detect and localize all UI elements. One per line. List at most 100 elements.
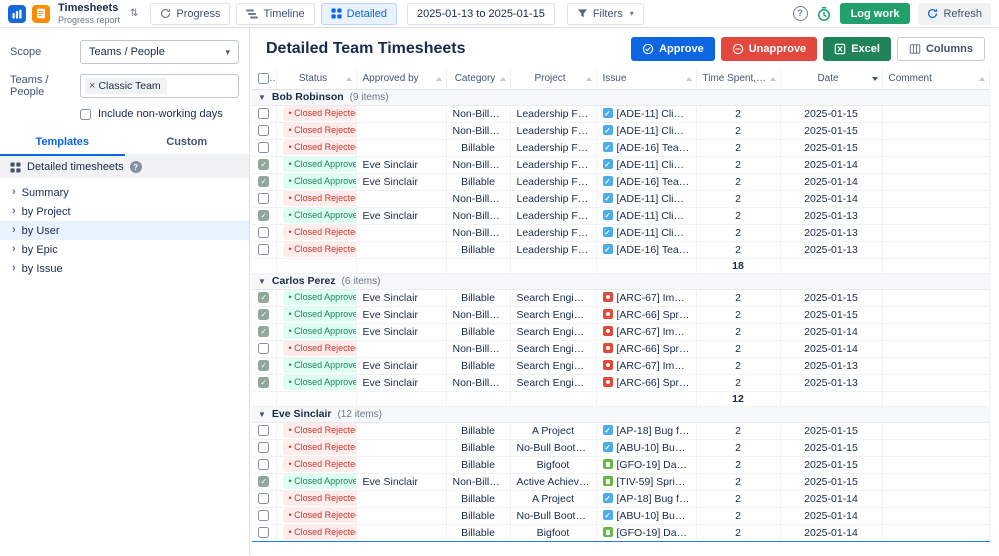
timesheet-row[interactable]: Closed RejectedBillableNo-Bull Bootcamp[… [252, 507, 990, 524]
row-checkbox[interactable] [258, 527, 269, 538]
issue-link[interactable]: [ARC-66] Sprint revi... [617, 309, 697, 321]
column-header-approved-by[interactable]: Approved by [356, 69, 446, 89]
timesheet-row[interactable]: Closed RejectedBillableBigfoot[GFO-19] D… [252, 524, 990, 541]
columns-button[interactable]: Columns [897, 37, 985, 61]
timesheet-row[interactable]: Closed RejectedNon-BillableLeadership Fr… [252, 190, 990, 207]
template-detailed-timesheets[interactable]: Detailed timesheets ? [0, 156, 249, 178]
row-checkbox[interactable] [258, 210, 269, 221]
row-checkbox[interactable] [258, 326, 269, 337]
issue-link[interactable]: [ADE-11] Client feed... [617, 108, 697, 120]
row-checkbox[interactable] [258, 309, 269, 320]
row-checkbox[interactable] [258, 292, 269, 303]
row-checkbox[interactable] [258, 377, 269, 388]
tree-item-by-issue[interactable]: › by Issue [0, 259, 249, 278]
group-header-row[interactable]: ▼Eve Sinclair(12 items) [252, 406, 990, 422]
column-header-comment[interactable]: Comment [882, 69, 990, 89]
sort-icon[interactable] [770, 77, 776, 81]
timesheet-row[interactable]: Closed RejectedNon-BillableLeadership Fr… [252, 105, 990, 122]
sort-icon[interactable] [586, 77, 592, 81]
date-range-input[interactable]: 2025-01-13 to 2025-01-15 [407, 3, 555, 25]
scope-select[interactable]: Teams / People ▾ [80, 40, 239, 64]
row-checkbox[interactable] [258, 108, 269, 119]
timesheet-row[interactable]: Closed ApprovedEve SinclairNon-BillableS… [252, 374, 990, 391]
timesheet-row[interactable]: Closed ApprovedEve SinclairBillableSearc… [252, 357, 990, 374]
issue-link[interactable]: [ABU-10] Bug with in... [617, 442, 697, 454]
row-checkbox[interactable] [258, 360, 269, 371]
row-checkbox[interactable] [258, 343, 269, 354]
issue-link[interactable]: [ARC-66] Sprint revi... [617, 377, 697, 389]
row-checkbox[interactable] [258, 476, 269, 487]
timesheet-row[interactable]: Closed ApprovedEve SinclairNon-BillableS… [252, 306, 990, 323]
column-header-category[interactable]: Category [446, 69, 510, 89]
issue-link[interactable]: [ARC-66] Sprint revi... [617, 343, 697, 355]
timesheet-row[interactable]: Closed RejectedNon-BillableLeadership Fr… [252, 122, 990, 139]
issue-link[interactable]: [ADE-11] Client feed... [617, 159, 697, 171]
timesheet-row[interactable]: Closed RejectedBillableLeadership Freak[… [252, 139, 990, 156]
app-logo-icon[interactable] [8, 5, 26, 23]
timesheet-row[interactable]: Closed ApprovedEve SinclairBillableSearc… [252, 289, 990, 306]
issue-link[interactable]: [TIV-59] Sprint plann... [617, 476, 697, 488]
row-checkbox[interactable] [258, 176, 269, 187]
timesheet-row[interactable]: Closed RejectedBillableA Project[AP-18] … [252, 422, 990, 439]
issue-link[interactable]: [ADE-16] Team sync [617, 176, 697, 188]
issue-link[interactable]: [ADE-11] Client feed... [617, 193, 697, 205]
sort-icon[interactable] [500, 77, 506, 81]
tab-timeline[interactable]: Timeline [236, 3, 314, 25]
timesheet-row[interactable]: Closed RejectedNon-BillableSearch Engine… [252, 340, 990, 357]
issue-link[interactable]: [ARC-67] Improve d... [617, 292, 697, 304]
tree-item-by-epic[interactable]: › by Epic [0, 240, 249, 259]
row-checkbox[interactable] [258, 193, 269, 204]
row-checkbox[interactable] [258, 459, 269, 470]
timesheet-row[interactable]: Closed ApprovedEve SinclairBillableLeade… [252, 173, 990, 190]
issue-link[interactable]: [ADE-11] Client feed... [617, 125, 697, 137]
row-checkbox[interactable] [258, 244, 269, 255]
issue-link[interactable]: [ABU-10] Bug with in... [617, 510, 697, 522]
group-header-row[interactable]: ▼Bob Robinson(9 items) [252, 89, 990, 105]
issue-link[interactable]: [ADE-16] Team sync [617, 244, 697, 256]
sort-icon[interactable] [979, 77, 985, 81]
timesheet-row[interactable]: Closed ApprovedEve SinclairNon-BillableL… [252, 207, 990, 224]
approve-button[interactable]: Approve [631, 37, 715, 61]
sort-icon[interactable] [686, 77, 692, 81]
row-checkbox[interactable] [258, 493, 269, 504]
timesheet-row[interactable]: Closed RejectedBillableLeadership Freak[… [252, 241, 990, 258]
issue-link[interactable]: [ADE-11] Client feed... [617, 227, 697, 239]
issue-link[interactable]: [AP-18] Bug fixing [617, 425, 697, 437]
remove-tag-icon[interactable]: × [89, 81, 95, 92]
sort-desc-icon[interactable] [872, 77, 878, 81]
timesheet-row[interactable]: Closed ApprovedEve SinclairBillableSearc… [252, 323, 990, 340]
timesheet-row[interactable]: Closed RejectedBillableBigfoot[GFO-19] D… [252, 456, 990, 473]
issue-link[interactable]: [ADE-16] Team sync [617, 142, 697, 154]
sort-icon[interactable] [436, 77, 442, 81]
help-badge-icon[interactable]: ? [130, 161, 142, 173]
issue-link[interactable]: [GFO-19] Database ... [617, 527, 697, 539]
issue-link[interactable]: [ARC-67] Improve d... [617, 360, 697, 372]
row-checkbox[interactable] [258, 425, 269, 436]
refresh-button[interactable]: Refresh [918, 3, 991, 25]
row-checkbox[interactable] [258, 510, 269, 521]
log-work-button[interactable]: Log work [840, 3, 911, 24]
collapse-group-icon[interactable]: ▼ [258, 410, 266, 419]
issue-link[interactable]: [ARC-67] Improve d... [617, 326, 697, 338]
column-header-status[interactable]: Status [276, 69, 356, 89]
tab-progress[interactable]: Progress [150, 3, 230, 25]
column-header-date[interactable]: Date [780, 69, 882, 89]
include-nonworking-checkbox[interactable] [80, 109, 91, 120]
timer-icon[interactable] [816, 6, 832, 22]
row-checkbox[interactable] [258, 142, 269, 153]
excel-export-button[interactable]: Excel [823, 37, 891, 61]
collapse-group-icon[interactable]: ▼ [258, 93, 266, 102]
sort-icon[interactable] [346, 77, 352, 81]
collapse-group-icon[interactable]: ▼ [258, 277, 266, 286]
timesheet-row[interactable]: Closed RejectedBillableA Project[AP-18] … [252, 490, 990, 507]
row-checkbox[interactable] [258, 227, 269, 238]
select-all-checkbox[interactable] [258, 73, 269, 84]
column-header-time-spent[interactable]: Time Spent, Hours [696, 69, 780, 89]
column-header-issue[interactable]: Issue [596, 69, 696, 89]
tree-item-by-user[interactable]: › by User [0, 221, 249, 240]
filters-button[interactable]: Filters ▾ [567, 3, 644, 25]
row-checkbox[interactable] [258, 125, 269, 136]
row-checkbox[interactable] [258, 159, 269, 170]
issue-link[interactable]: [GFO-19] Database ... [617, 459, 697, 471]
teams-people-input[interactable]: × Classic Team [80, 74, 239, 98]
